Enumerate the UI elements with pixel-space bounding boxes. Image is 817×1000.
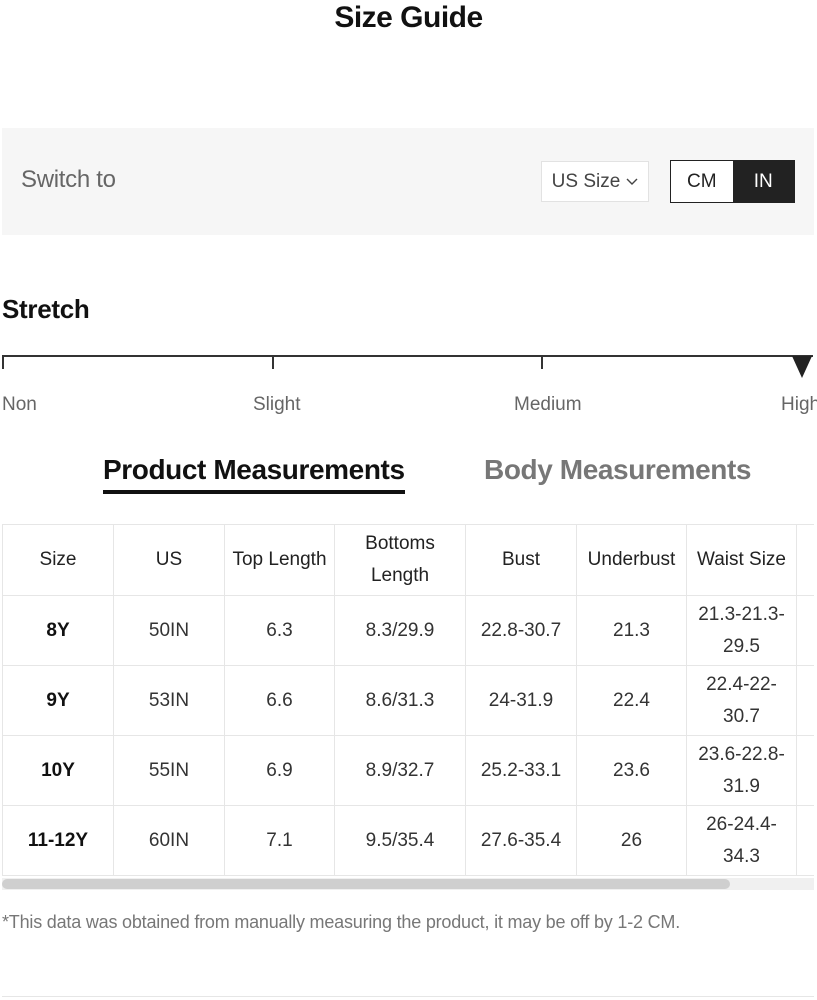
measurement-footnote: *This data was obtained from manually me… [2, 912, 681, 932]
unit-toggle: CM IN [670, 160, 795, 203]
switch-to-label: Switch to [21, 166, 116, 193]
table-cell: 23.6-22.8-31.9 [686, 735, 797, 806]
table-cell: 60IN [113, 805, 225, 876]
measurements-table-container[interactable]: Size US Top Length Bottoms Length Bust U… [2, 524, 814, 876]
table-cell: 8.9/32.7 [334, 735, 466, 806]
table-row: 11-12Y 60IN 7.1 9.5/35.4 27.6-35.4 26 26… [2, 805, 814, 876]
stretch-label-non: Non [2, 394, 37, 415]
table-cell: 50IN [113, 595, 225, 666]
measurements-table: Size US Top Length Bottoms Length Bust U… [2, 524, 814, 876]
size-system-select[interactable]: US Size [541, 161, 649, 202]
table-cell: 24-31.9 [465, 665, 577, 736]
table-cell: 9Y [2, 665, 114, 736]
table-cell: 7.1 [224, 805, 335, 876]
table-cell: 25.2-33.1 [465, 735, 577, 806]
unit-cm-button[interactable]: CM [671, 161, 733, 202]
page-title: Size Guide [334, 1, 483, 34]
stretch-label-medium: Medium [514, 394, 582, 415]
table-row: 9Y 53IN 6.6 8.6/31.3 24-31.9 22.4 22.4-2… [2, 665, 814, 736]
table-header-row: Size US Top Length Bottoms Length Bust U… [2, 524, 814, 596]
table-cell-overflow [796, 595, 814, 666]
table-cell: 8.3/29.9 [334, 595, 466, 666]
table-cell: 6.9 [224, 735, 335, 806]
table-cell: 22.4 [576, 665, 687, 736]
table-row: 10Y 55IN 6.9 8.9/32.7 25.2-33.1 23.6 23.… [2, 735, 814, 806]
chevron-down-icon [626, 174, 638, 189]
table-cell: 10Y [2, 735, 114, 806]
table-cell: 27.6-35.4 [465, 805, 577, 876]
table-cell-overflow [796, 805, 814, 876]
stretch-title: Stretch [2, 294, 90, 324]
tab-product-measurements[interactable]: Product Measurements [103, 452, 405, 494]
size-system-value: US Size [551, 170, 621, 192]
header-us: US [113, 524, 225, 596]
table-cell: 26-24.4-34.3 [686, 805, 797, 876]
table-cell-overflow [796, 735, 814, 806]
stretch-scale-line [2, 355, 813, 357]
header-underbust: Underbust [576, 524, 687, 596]
table-cell: 8Y [2, 595, 114, 666]
header-waist-size: Waist Size [686, 524, 797, 596]
table-horizontal-scrollbar[interactable] [2, 878, 814, 890]
table-cell: 6.3 [224, 595, 335, 666]
header-bust: Bust [465, 524, 577, 596]
stretch-level-marker-icon [792, 356, 812, 378]
stretch-tick-non [2, 355, 4, 369]
table-cell: 9.5/35.4 [334, 805, 466, 876]
table-cell: 8.6/31.3 [334, 665, 466, 736]
unit-switch-bar: Switch to US Size CM IN [2, 128, 814, 235]
stretch-label-high: High [781, 394, 817, 415]
tab-body-measurements[interactable]: Body Measurements [484, 452, 751, 488]
scrollbar-thumb[interactable] [2, 879, 730, 889]
table-cell: 11-12Y [2, 805, 114, 876]
table-cell: 22.8-30.7 [465, 595, 577, 666]
table-row: 8Y 50IN 6.3 8.3/29.9 22.8-30.7 21.3 21.3… [2, 595, 814, 666]
stretch-label-slight: Slight [253, 394, 301, 415]
unit-in-button[interactable]: IN [732, 161, 794, 202]
header-bottoms-length: Bottoms Length [334, 524, 466, 596]
table-cell: 26 [576, 805, 687, 876]
table-cell: 21.3-21.3-29.5 [686, 595, 797, 666]
header-size: Size [2, 524, 114, 596]
stretch-tick-slight [272, 355, 274, 369]
header-top-length: Top Length [224, 524, 335, 596]
table-cell: 55IN [113, 735, 225, 806]
header-overflow-column [796, 524, 814, 596]
table-cell: 6.6 [224, 665, 335, 736]
stretch-tick-medium [541, 355, 543, 369]
bottom-divider [2, 996, 814, 997]
table-cell: 21.3 [576, 595, 687, 666]
table-cell-overflow [796, 665, 814, 736]
table-cell: 23.6 [576, 735, 687, 806]
table-cell: 53IN [113, 665, 225, 736]
table-cell: 22.4-22-30.7 [686, 665, 797, 736]
